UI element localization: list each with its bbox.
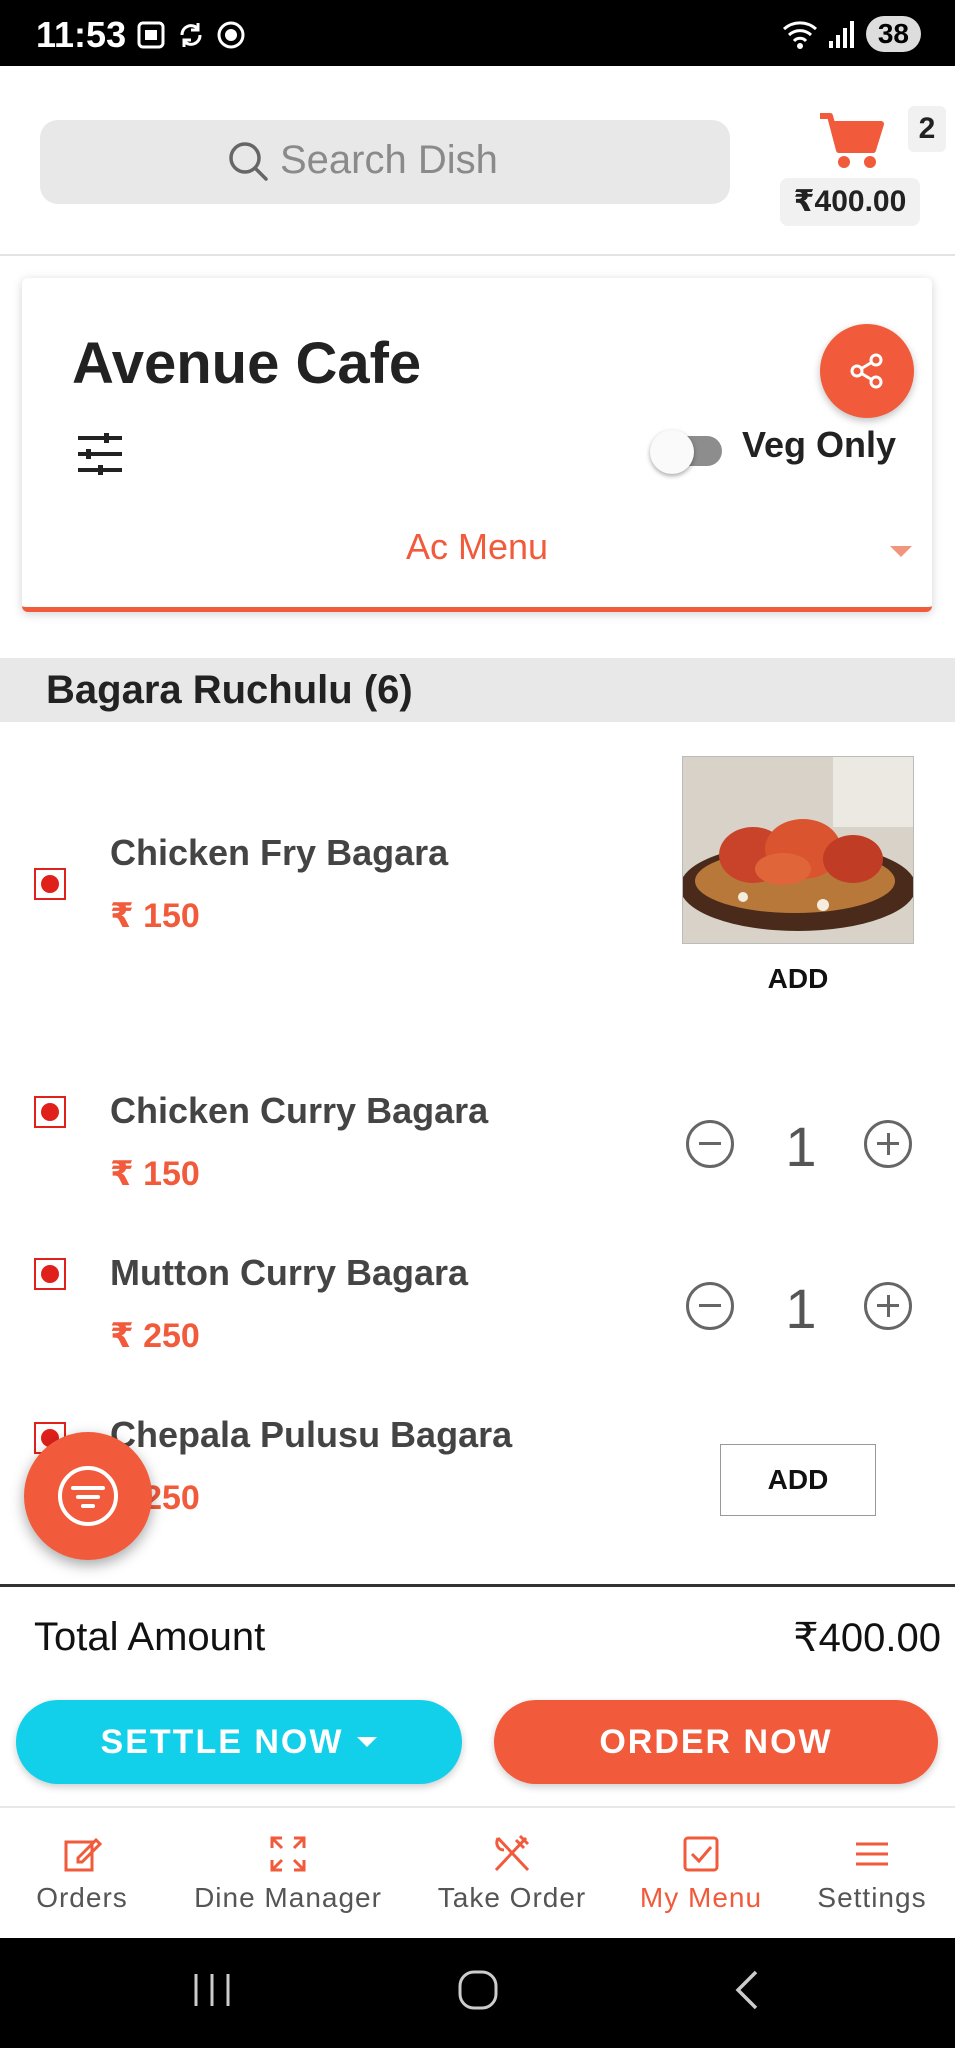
- utensils-icon: [494, 1834, 530, 1872]
- non-veg-indicator-icon: [34, 868, 66, 900]
- status-notification-icons: [136, 20, 246, 50]
- status-system-icons: 38: [782, 16, 921, 52]
- dish-price: ₹ 150: [110, 897, 200, 935]
- veg-only-toggle[interactable]: [630, 426, 734, 474]
- menu-dropdown[interactable]: Ac Menu: [22, 526, 932, 576]
- search-input[interactable]: Search Dish: [40, 120, 730, 204]
- cart-icon[interactable]: [818, 110, 884, 170]
- dish-price: ₹ 250: [110, 1317, 200, 1355]
- nav-label: Dine Manager: [194, 1882, 382, 1913]
- status-time: 11:53: [36, 14, 127, 55]
- nav-settings[interactable]: Settings: [812, 1834, 932, 1914]
- dish-image-card: ADD: [680, 756, 916, 1016]
- settle-now-label: SETTLE NOW: [100, 1722, 344, 1761]
- nav-orders[interactable]: Orders: [30, 1834, 134, 1914]
- chevron-down-icon: [890, 546, 912, 557]
- dish-name: Chicken Curry Bagara: [110, 1090, 489, 1131]
- order-now-button[interactable]: ORDER NOW: [494, 1700, 938, 1784]
- total-bar: Total Amount ₹400.00: [0, 1584, 955, 1674]
- dish-name: Chicken Fry Bagara: [110, 832, 449, 873]
- wifi-icon: [782, 21, 817, 49]
- quantity-value: 1: [785, 1277, 817, 1340]
- decrement-icon[interactable]: [686, 1120, 734, 1168]
- total-value: ₹400.00: [793, 1616, 941, 1660]
- edit-icon: [64, 1837, 102, 1872]
- decrement-icon[interactable]: [686, 1282, 734, 1330]
- share-button[interactable]: [820, 324, 914, 418]
- quantity-stepper: 1: [686, 1115, 912, 1178]
- sliders-icon[interactable]: [76, 432, 124, 476]
- menu-lines-icon: [856, 1842, 888, 1866]
- increment-icon[interactable]: [864, 1120, 912, 1168]
- bottom-navigation: Orders Dine Manager Take Order My Menu S…: [0, 1806, 955, 1938]
- expand-icon: [270, 1836, 306, 1872]
- screenshot-icon: [137, 21, 165, 49]
- status-bar: 11:53 38: [0, 0, 955, 66]
- order-now-label: ORDER NOW: [599, 1722, 833, 1761]
- nav-label: My Menu: [639, 1882, 763, 1913]
- settle-now-button[interactable]: SETTLE NOW: [16, 1700, 462, 1784]
- add-button[interactable]: ADD: [720, 1444, 876, 1516]
- back-icon[interactable]: [726, 1968, 770, 2012]
- filter-icon: [58, 1466, 118, 1526]
- increment-icon[interactable]: [864, 1282, 912, 1330]
- nav-label: Orders: [36, 1882, 128, 1913]
- app-header: Search Dish 2 ₹400.00: [0, 66, 955, 256]
- dish-name: Chepala Pulusu Bagara: [110, 1414, 513, 1455]
- restaurant-card: Avenue Cafe Veg Only Ac Menu: [22, 278, 932, 612]
- nav-label: Take Order: [437, 1882, 587, 1913]
- restaurant-name: Avenue Cafe: [72, 331, 422, 396]
- total-label: Total Amount: [34, 1615, 266, 1659]
- share-icon: [850, 353, 883, 389]
- menu-dropdown-value: Ac Menu: [405, 526, 549, 567]
- veg-only-label: Veg Only: [742, 424, 897, 465]
- caret-down-icon: [357, 1737, 378, 1747]
- non-veg-indicator-icon: [34, 1096, 66, 1128]
- dish-price: ₹ 150: [110, 1155, 200, 1193]
- whatsapp-icon: [217, 21, 245, 49]
- filter-fab-button[interactable]: [24, 1432, 152, 1560]
- system-navigation-bar: [0, 1938, 955, 2048]
- battery-indicator: 38: [865, 16, 921, 52]
- add-button[interactable]: ADD: [682, 943, 914, 1016]
- dish-name: Mutton Curry Bagara: [110, 1252, 469, 1293]
- non-veg-indicator-icon: [34, 1258, 66, 1290]
- quantity-stepper: 1: [686, 1277, 912, 1340]
- search-icon: [229, 141, 268, 181]
- cart-count-badge: 2: [908, 106, 946, 152]
- checkbox-icon: [683, 1836, 719, 1872]
- nav-my-menu[interactable]: My Menu: [636, 1834, 766, 1914]
- nav-take-order[interactable]: Take Order: [434, 1834, 590, 1914]
- cart-total: ₹400.00: [780, 178, 920, 226]
- category-title: Bagara Ruchulu (6): [46, 668, 413, 712]
- sync-icon: [180, 23, 202, 47]
- nav-label: Settings: [817, 1882, 927, 1913]
- recent-apps-icon[interactable]: [190, 1968, 234, 2012]
- quantity-value: 1: [785, 1115, 817, 1178]
- signal-icon: [828, 21, 854, 48]
- dish-photo: [680, 757, 916, 943]
- category-header: Bagara Ruchulu (6): [0, 658, 955, 722]
- nav-dine-manager[interactable]: Dine Manager: [190, 1834, 386, 1914]
- home-icon[interactable]: [456, 1968, 500, 2012]
- search-placeholder: Search Dish: [280, 138, 498, 182]
